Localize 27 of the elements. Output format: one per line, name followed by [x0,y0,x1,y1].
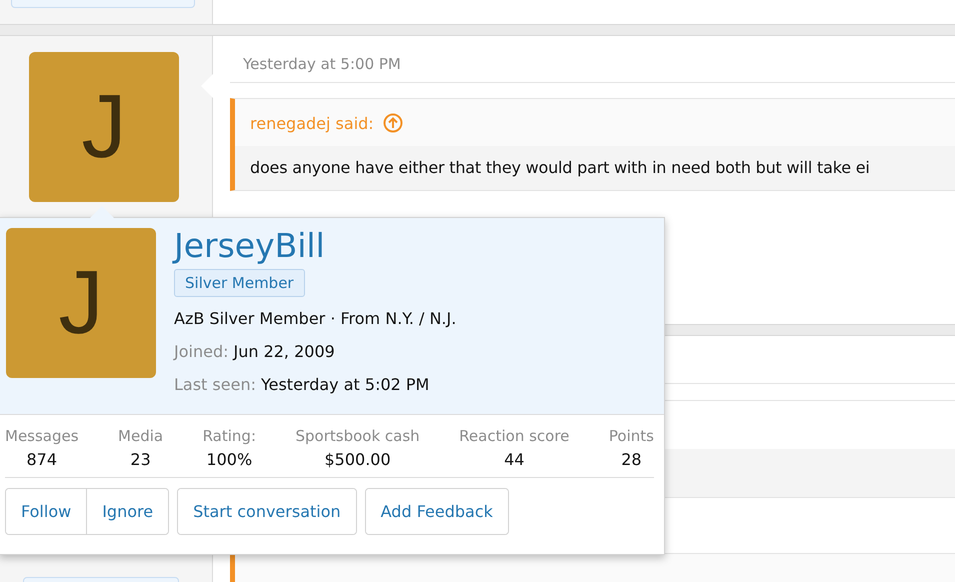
stat-label: Media [118,427,164,445]
arrow-up-circle-icon[interactable] [382,113,403,133]
avatar: J [6,228,156,378]
stat-label: Rating: [202,427,256,445]
stat-label: Messages [5,427,79,445]
detail-value: Jun 22, 2009 [233,342,335,361]
stat-value: $500.00 [324,450,392,469]
action-button[interactable]: Start conversation [178,489,356,534]
stat-label: Reaction score [459,427,570,445]
detail-value: Yesterday at 5:02 PM [260,375,430,394]
stat-value: 23 [129,450,152,469]
post-time[interactable]: Yesterday at 5:00 PM [230,36,955,83]
user-banner: Silver Member [174,269,305,297]
action-button[interactable]: Ignore [86,489,168,534]
avatar: J [29,52,179,202]
stat-value: 44 [503,450,526,469]
detail-label: Joined: [174,342,228,361]
user-info-line: AzB Silver Member · From N.Y. / N.J. [174,308,456,330]
username-link[interactable]: JerseyBill [174,226,456,266]
stat-label: Points [608,427,654,445]
stat-value: 874 [26,450,58,469]
stat-value: 100% [205,450,254,469]
stat-label: Sportsbook cash [296,427,420,445]
stat-value: 28 [620,450,643,469]
quote-text: does anyone have either that they would part with in need both but will take ei [235,146,955,190]
detail-label: Last seen: [174,375,256,394]
action-button[interactable]: Add Feedback [366,489,508,534]
